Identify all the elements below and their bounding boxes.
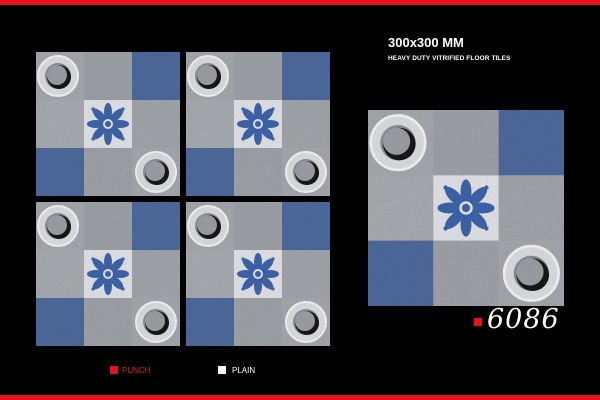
- tile-preview-4: [186, 202, 330, 346]
- punch-legend-square: [110, 366, 118, 374]
- tile-enlarged: [368, 110, 564, 306]
- top-red-bar: [0, 0, 600, 5]
- plain-legend-square: [218, 366, 226, 374]
- code-marker-square: [474, 318, 482, 326]
- tile-preview-2: [186, 52, 330, 196]
- plain-legend-label: PLAIN: [232, 366, 256, 375]
- tile-preview-3: [36, 202, 180, 346]
- product-code: 6086: [487, 304, 560, 335]
- tile-description: HEAVY DUTY VITRIFIED FLOOR TILES: [388, 55, 511, 62]
- punch-legend-label: PUNCH: [122, 366, 151, 375]
- tile-preview-1: [36, 52, 180, 196]
- bottom-red-bar: [0, 395, 600, 400]
- tile-size-title: 300x300 MM: [388, 35, 464, 50]
